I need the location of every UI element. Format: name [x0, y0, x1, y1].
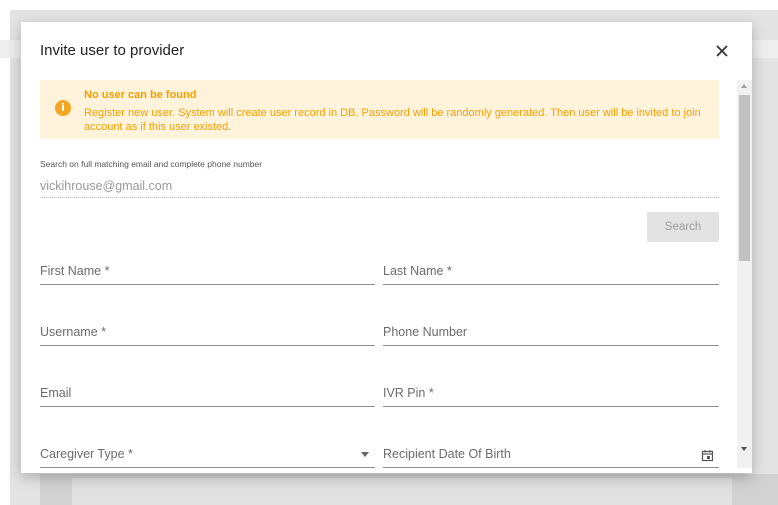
invite-user-dialog: Invite user to provider i No user can be… — [21, 22, 752, 473]
search-button[interactable]: Search — [647, 212, 719, 242]
email-field[interactable]: Email — [40, 378, 375, 407]
no-user-alert: i No user can be found Register new user… — [40, 80, 719, 139]
last-name-field[interactable]: Last Name * — [383, 256, 719, 285]
phone-number-label: Phone Number — [383, 325, 468, 339]
alert-title: No user can be found — [84, 89, 197, 101]
dialog-scrollbar[interactable] — [737, 80, 752, 468]
scrollbar-thumb[interactable] — [739, 95, 750, 261]
recipient-dob-field[interactable]: Recipient Date Of Birth — [383, 439, 719, 468]
dialog-title: Invite user to provider — [40, 42, 185, 59]
search-label: Search on full matching email and comple… — [40, 159, 263, 169]
ivr-pin-field[interactable]: IVR Pin * — [383, 378, 719, 407]
first-name-label: First Name * — [40, 264, 110, 278]
info-icon: i — [55, 100, 71, 116]
scroll-up-icon[interactable] — [741, 84, 747, 88]
last-name-label: Last Name * — [383, 264, 452, 278]
caregiver-type-select[interactable]: Caregiver Type * — [40, 439, 375, 468]
ivr-pin-label: IVR Pin * — [383, 386, 434, 400]
backdrop-bottom-panel — [72, 478, 732, 505]
email-label: Email — [40, 386, 72, 400]
phone-number-field[interactable]: Phone Number — [383, 317, 719, 346]
recipient-dob-label: Recipient Date Of Birth — [383, 447, 511, 461]
caregiver-type-label: Caregiver Type * — [40, 447, 133, 461]
close-icon[interactable] — [711, 40, 733, 62]
first-name-field[interactable]: First Name * — [40, 256, 375, 285]
calendar-icon[interactable] — [701, 449, 714, 462]
scroll-down-icon[interactable] — [741, 447, 747, 451]
username-label: Username * — [40, 325, 106, 339]
dropdown-arrow-icon[interactable] — [361, 452, 369, 457]
username-field[interactable]: Username * — [40, 317, 375, 346]
search-input[interactable] — [40, 175, 719, 198]
close-button[interactable] — [711, 40, 733, 62]
alert-message: Register new user. System will create us… — [84, 107, 701, 133]
